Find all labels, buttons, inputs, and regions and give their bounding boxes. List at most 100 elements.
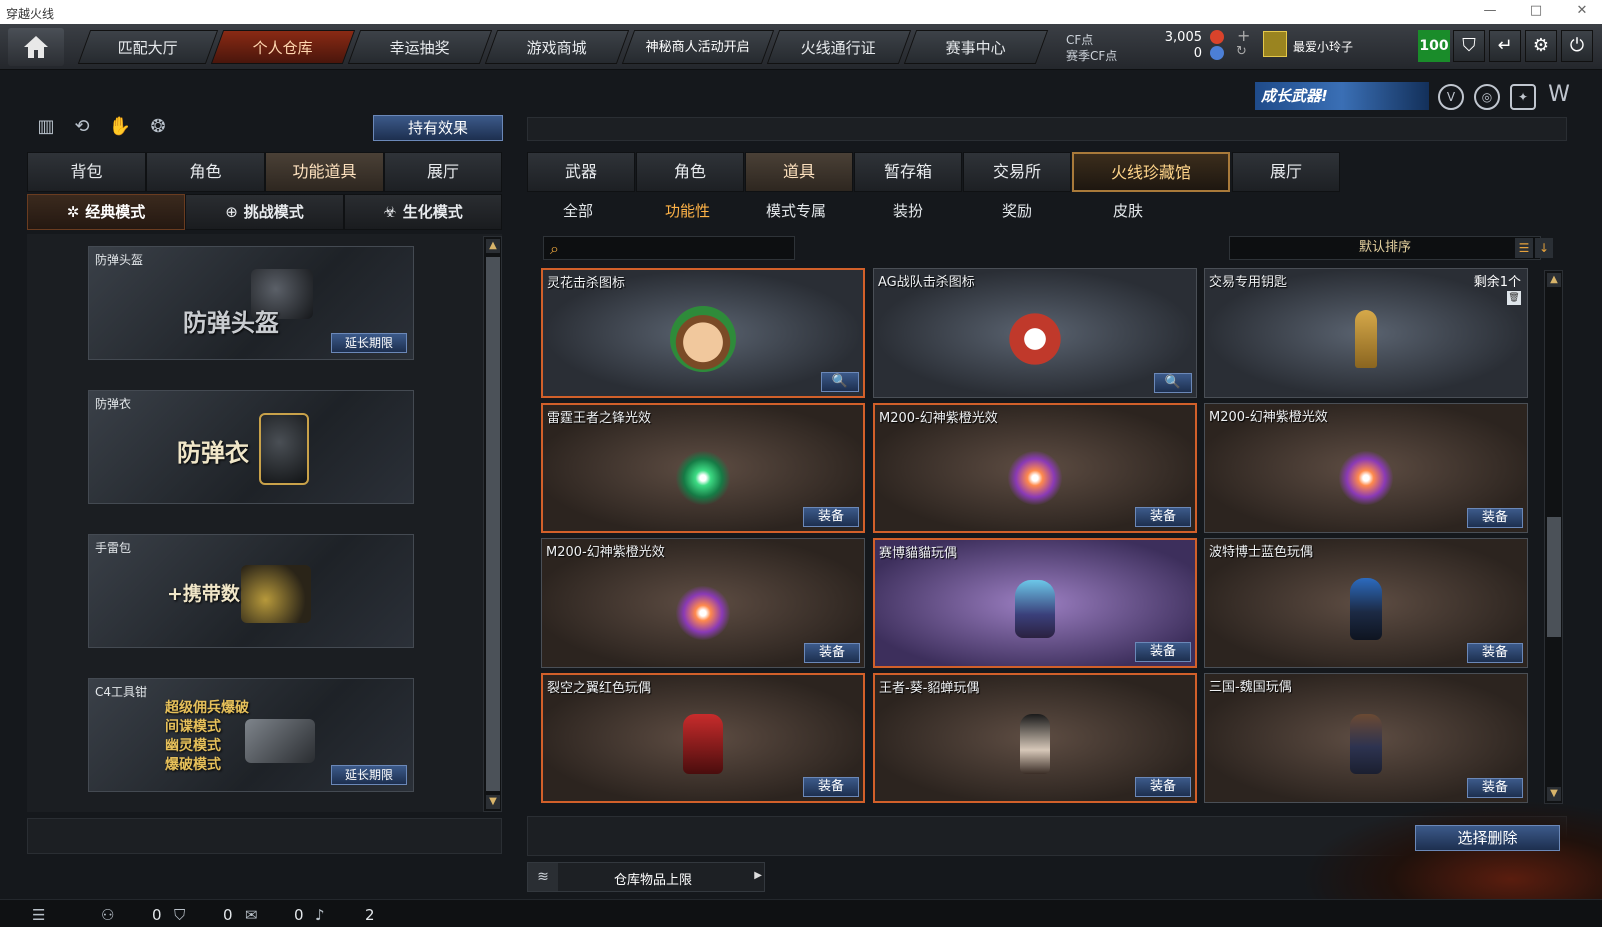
scroll-down-icon[interactable]: ▼ <box>486 795 500 809</box>
mode-classic[interactable]: ✲ 经典模式 <box>27 194 185 230</box>
tab-showroom[interactable]: 展厅 <box>384 152 502 192</box>
capacity-bar[interactable]: ≋ 仓库物品上限 ▶ <box>527 862 765 892</box>
add-cf-icon[interactable]: + <box>1237 26 1250 45</box>
item-card[interactable]: 雷霆王者之锋光效 装备 <box>541 403 865 533</box>
crest-icon[interactable]: ✦ <box>1510 84 1536 110</box>
equip-button[interactable]: 装备 <box>803 777 859 797</box>
trash-icon[interactable]: 🗑 <box>1507 291 1521 305</box>
item-card[interactable]: AG战队击杀图标 🔍 <box>873 268 1197 398</box>
scroll-down-icon[interactable]: ▼ <box>1547 787 1561 801</box>
tab-lucky-draw[interactable]: 幸运抽奖 <box>347 30 493 64</box>
subtab-mode-exclusive[interactable]: 模式专属 <box>766 200 826 221</box>
scroll-up-icon[interactable]: ▲ <box>1547 273 1561 287</box>
subtab-appearance[interactable]: 装扮 <box>893 200 923 221</box>
item-grenade-pack[interactable]: 手雷包 +携带数 <box>88 534 414 648</box>
item-vest[interactable]: 防弹衣 防弹衣 <box>88 390 414 504</box>
maximize-icon[interactable]: □ <box>1524 3 1548 21</box>
gear-icon[interactable]: ⚙ <box>1525 30 1557 62</box>
tab-exhibition[interactable]: 展厅 <box>1232 152 1340 192</box>
home-button[interactable] <box>8 28 64 66</box>
tab-weapons[interactable]: 武器 <box>527 152 635 192</box>
equip-button[interactable]: 装备 <box>804 643 860 663</box>
equip-button[interactable]: 装备 <box>1135 642 1191 662</box>
close-icon[interactable]: ✕ <box>1570 3 1594 21</box>
tab-collection-hall[interactable]: 火线珍藏馆 <box>1072 152 1230 192</box>
badge-icon[interactable]: V <box>1438 84 1464 110</box>
item-card[interactable]: 波特博士蓝色玩偶 装备 <box>1204 538 1528 668</box>
tab-props[interactable]: 道具 <box>745 152 853 192</box>
equip-button[interactable]: 装备 <box>1467 778 1523 798</box>
tab-character[interactable]: 角色 <box>146 152 265 192</box>
tab-game-mall[interactable]: 游戏商城 <box>484 30 630 64</box>
equip-button[interactable]: 装备 <box>1135 777 1191 797</box>
mode-biochem[interactable]: ☣ 生化模式 <box>344 194 502 230</box>
scroll-thumb[interactable] <box>1547 517 1561 637</box>
status-bar: ☰ ⚇ 0 ⛉ 0 ✉ 0 ♪ 2 <box>0 899 1602 927</box>
zoom-button[interactable]: 🔍 <box>1154 373 1192 393</box>
shield-icon[interactable]: ⛉ <box>1453 30 1485 62</box>
item-card[interactable]: 裂空之翼红色玩偶 装备 <box>541 673 865 803</box>
equip-button[interactable]: 装备 <box>1467 508 1523 528</box>
tab-battle-pass[interactable]: 火线通行证 <box>766 30 912 64</box>
equip-button[interactable]: 装备 <box>1135 507 1191 527</box>
tab-exchange[interactable]: 交易所 <box>963 152 1071 192</box>
item-card[interactable]: M200-幻神紫橙光效 装备 <box>541 538 865 668</box>
tab-temp-box[interactable]: 暂存箱 <box>854 152 962 192</box>
item-card[interactable]: M200-幻神紫橙光效 装备 <box>1204 403 1528 533</box>
character-icon[interactable]: ✋ <box>108 116 132 140</box>
refresh-icon[interactable]: ↻ <box>1236 44 1247 59</box>
mode-challenge[interactable]: ⊕ 挑战模式 <box>185 194 344 230</box>
return-icon[interactable]: ↵ <box>1489 30 1521 62</box>
right-scrollbar[interactable]: ▲ ▼ <box>1544 270 1563 804</box>
grenade-icon[interactable]: ❂ <box>146 116 170 140</box>
subtab-all[interactable]: 全部 <box>563 200 593 221</box>
item-card[interactable]: 王者-葵-貂蝉玩偶 装备 <box>873 673 1197 803</box>
growth-weapon-banner[interactable]: 成长武器! <box>1255 82 1429 110</box>
sort-dropdown[interactable]: 默认排序 <box>1229 236 1541 260</box>
subtab-functional[interactable]: 功能性 <box>665 200 710 221</box>
select-delete-button[interactable]: 选择删除 <box>1415 825 1560 851</box>
zoom-button[interactable]: 🔍 <box>821 372 859 392</box>
tab-backpack[interactable]: 背包 <box>27 152 146 192</box>
tab-roles[interactable]: 角色 <box>636 152 744 192</box>
scroll-thumb[interactable] <box>486 257 500 791</box>
tab-event-center[interactable]: 赛事中心 <box>903 30 1049 64</box>
tab-personal-warehouse[interactable]: 个人仓库 <box>210 30 356 64</box>
extend-button[interactable]: 延长期限 <box>331 765 407 785</box>
item-card[interactable]: 赛博貓貓玩偶 装备 <box>873 538 1197 668</box>
window-title: 穿越火线 <box>6 7 55 21</box>
effects-button[interactable]: 持有效果 <box>373 115 503 141</box>
minimize-icon[interactable]: — <box>1478 3 1502 21</box>
left-scrollbar[interactable]: ▲ ▼ <box>483 236 502 812</box>
extend-button[interactable]: 延长期限 <box>331 333 407 353</box>
equip-button[interactable]: 装备 <box>803 507 859 527</box>
item-card[interactable]: 灵花击杀图标 🔍 <box>541 268 865 398</box>
search-input[interactable]: ⌕ <box>543 236 795 260</box>
clan-icon[interactable]: ⛉ <box>174 906 185 924</box>
avatar[interactable] <box>1263 31 1287 57</box>
subtab-rewards[interactable]: 奖励 <box>1002 200 1032 221</box>
scroll-up-icon[interactable]: ▲ <box>486 239 500 253</box>
item-c4-pliers[interactable]: C4工具钳 超级佣兵爆破 间谍模式 幽灵模式 爆破模式 延长期限 <box>88 678 414 792</box>
menu-icon[interactable]: ☰ <box>32 906 45 924</box>
list-view-icon[interactable]: ☰ <box>1515 238 1533 258</box>
wing-icon[interactable]: W <box>1546 84 1572 110</box>
item-helmet[interactable]: 防弹头盔 防弹头盔 延长期限 <box>88 246 414 360</box>
equip-button[interactable]: 装备 <box>1467 643 1523 663</box>
history-icon[interactable]: ⟲ <box>70 116 94 140</box>
sort-direction-icon[interactable]: ↓ <box>1535 238 1553 258</box>
power-icon[interactable]: ⏻ <box>1561 30 1593 62</box>
item-card[interactable]: 交易专用钥匙 剩余1个 🗑 <box>1204 268 1528 398</box>
item-card[interactable]: M200-幻神紫橙光效 装备 <box>873 403 1197 533</box>
subtab-skins[interactable]: 皮肤 <box>1113 200 1143 221</box>
globe-icon[interactable]: ◎ <box>1474 84 1500 110</box>
speaker-icon[interactable]: ♪ <box>315 906 325 924</box>
item-card[interactable]: 三国-魏国玩偶 装备 <box>1204 673 1528 803</box>
tab-match-lobby[interactable]: 匹配大厅 <box>77 30 219 64</box>
friends-icon[interactable]: ⚇ <box>101 906 114 924</box>
expand-arrow-icon[interactable]: ▶ <box>754 870 762 881</box>
chat-icon[interactable]: ✉ <box>245 906 258 924</box>
ranking-icon[interactable]: ▥ <box>34 116 58 140</box>
tab-mystery-merchant[interactable]: 神秘商人活动开启 <box>621 30 775 64</box>
tab-function-items[interactable]: 功能道具 <box>265 152 384 192</box>
